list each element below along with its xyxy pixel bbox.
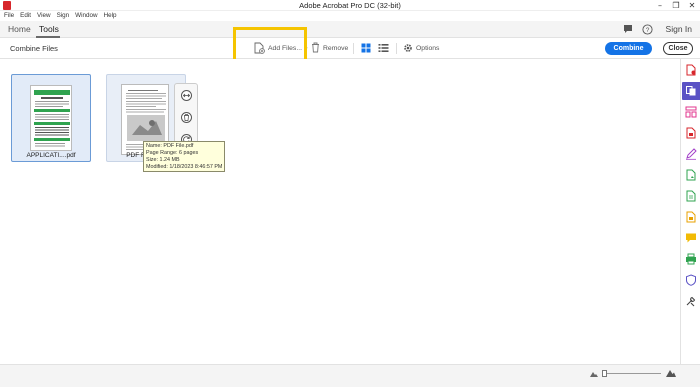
tooltip-modified: Modified: 1/18/2023 8:46:57 PM bbox=[146, 164, 223, 170]
tab-home[interactable]: Home bbox=[8, 24, 31, 34]
file-thumbnail[interactable] bbox=[30, 85, 72, 151]
gear-icon bbox=[403, 43, 413, 55]
tooltip-size: Size: 1.24 MB bbox=[146, 157, 180, 163]
menu-edit[interactable]: Edit bbox=[20, 11, 31, 21]
grid-icon bbox=[361, 43, 371, 55]
file-name-label: APPLICATI....pdf bbox=[26, 152, 76, 159]
minimize-button[interactable]: – bbox=[652, 0, 668, 11]
file-workspace[interactable] bbox=[0, 59, 680, 364]
fill-sign-icon[interactable] bbox=[685, 148, 697, 160]
options-button[interactable]: Options bbox=[403, 42, 439, 55]
remove-label: Remove bbox=[323, 45, 349, 52]
close-window-button[interactable]: ✕ bbox=[684, 0, 700, 11]
menu-window[interactable]: Window bbox=[75, 11, 97, 21]
trash-icon bbox=[184, 114, 189, 121]
file-info-tooltip: Name: PDF File.pdf Page Range: 6 pages S… bbox=[143, 141, 225, 172]
more-tools-icon[interactable] bbox=[685, 295, 697, 307]
toolbar-divider bbox=[396, 43, 397, 54]
menu-sign[interactable]: Sign bbox=[57, 11, 70, 21]
file-name-label: PDF F bbox=[126, 152, 145, 159]
scan-icon[interactable] bbox=[685, 190, 697, 202]
export-icon[interactable] bbox=[685, 211, 697, 223]
help-icon[interactable]: ? bbox=[642, 23, 654, 35]
restore-button[interactable]: ❐ bbox=[668, 0, 684, 11]
trash-icon bbox=[311, 42, 320, 55]
print-production-icon[interactable] bbox=[685, 253, 697, 265]
expand-pages-button[interactable] bbox=[181, 90, 192, 101]
tool-title: Combine Files bbox=[10, 44, 58, 53]
window-controls: – ❐ ✕ bbox=[652, 0, 700, 11]
toolbar-divider bbox=[353, 43, 354, 54]
right-tools-pane bbox=[680, 59, 700, 364]
combine-files-icon[interactable] bbox=[685, 85, 697, 97]
window-title: Adobe Acrobat Pro DC (32-bit) bbox=[299, 1, 401, 10]
thumbnail-view-button[interactable] bbox=[361, 42, 371, 55]
combine-toolbar: Combine Files Add Files... ▾ Remove Opti… bbox=[0, 38, 700, 59]
comment-bubble-icon[interactable] bbox=[622, 23, 634, 35]
list-view-button[interactable] bbox=[378, 42, 389, 55]
menu-view[interactable]: View bbox=[37, 11, 51, 21]
tooltip-page-range: Page Range: 6 pages bbox=[146, 150, 199, 156]
sign-in-link[interactable]: Sign In bbox=[666, 24, 692, 34]
protect-icon[interactable] bbox=[685, 274, 697, 286]
menu-bar: File Edit View Sign Window Help bbox=[0, 11, 117, 21]
slider-thumb[interactable] bbox=[602, 370, 607, 377]
title-bar: Adobe Acrobat Pro DC (32-bit) – ❐ ✕ bbox=[0, 0, 700, 11]
edit-pdf-icon[interactable] bbox=[685, 169, 697, 181]
comment-icon[interactable] bbox=[685, 232, 697, 244]
export-pdf-icon[interactable] bbox=[685, 64, 697, 76]
zoom-out-mountain-icon[interactable] bbox=[590, 371, 598, 377]
expand-icon bbox=[182, 93, 191, 98]
zoom-in-mountain-icon[interactable] bbox=[666, 369, 676, 377]
organize-pages-icon[interactable] bbox=[685, 106, 697, 118]
list-icon bbox=[378, 43, 389, 55]
tab-tools[interactable]: Tools bbox=[39, 24, 59, 34]
options-label: Options bbox=[416, 45, 440, 52]
combine-button[interactable]: Combine bbox=[605, 42, 652, 55]
thumbnail-size-slider[interactable] bbox=[604, 373, 661, 374]
top-right-actions: ? Sign In bbox=[622, 23, 692, 35]
tooltip-name: Name: PDF File.pdf bbox=[146, 143, 194, 149]
document-preview-icon bbox=[34, 90, 70, 147]
remove-button[interactable]: Remove bbox=[311, 42, 348, 55]
create-pdf-icon[interactable] bbox=[685, 127, 697, 139]
menu-file[interactable]: File bbox=[4, 11, 14, 21]
delete-file-button[interactable] bbox=[181, 112, 192, 123]
top-nav: Home Tools ? Sign In bbox=[0, 21, 700, 38]
close-tool-button[interactable]: Close bbox=[663, 42, 693, 55]
svg-text:?: ? bbox=[646, 27, 650, 34]
menu-help[interactable]: Help bbox=[104, 11, 117, 21]
